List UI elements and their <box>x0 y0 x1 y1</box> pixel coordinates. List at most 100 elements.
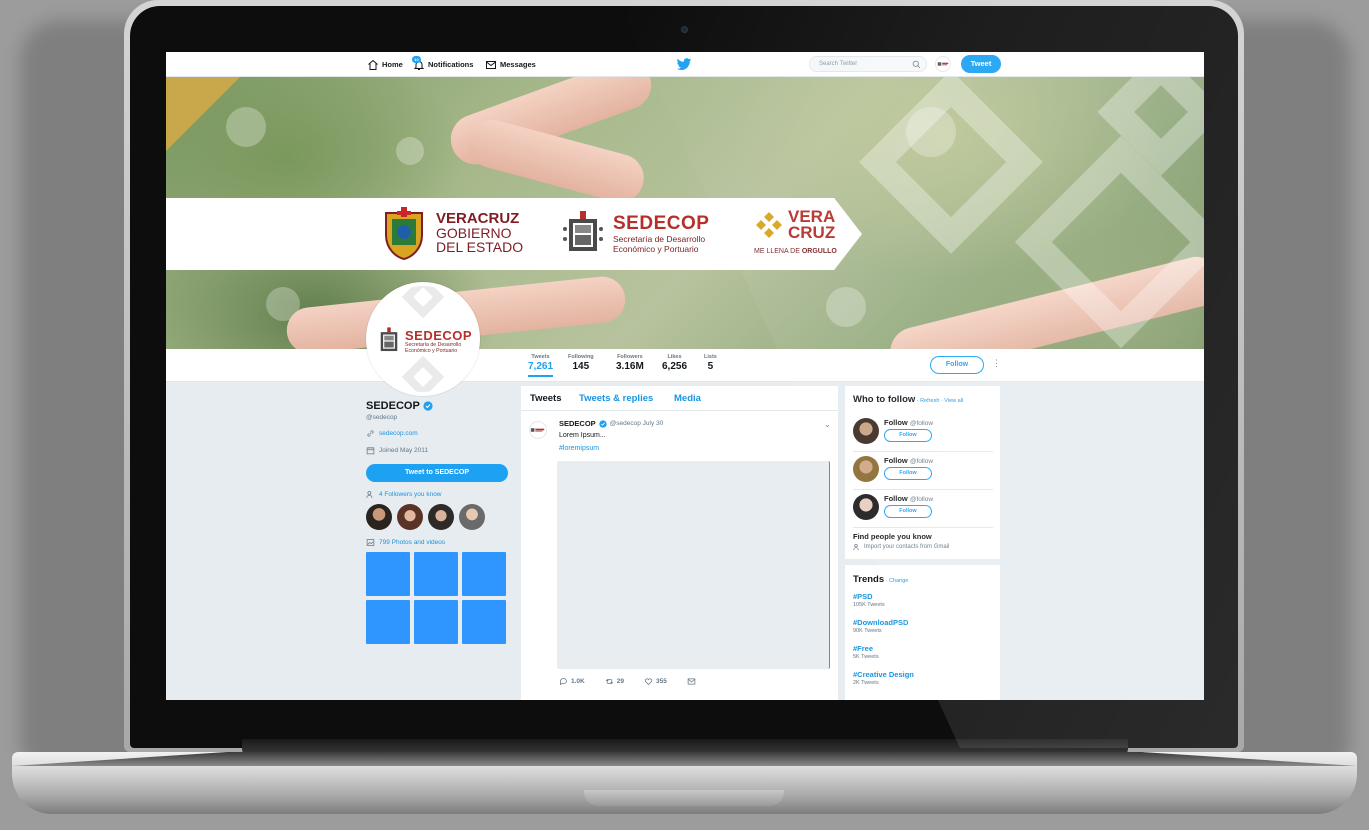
trend-item[interactable]: #Free 5K Tweets <box>853 644 879 660</box>
nav-notifications[interactable]: 10 Notifications <box>412 55 473 71</box>
avatar-diamond <box>401 286 445 319</box>
media-thumbnail[interactable] <box>366 600 410 644</box>
veracruz-title: VERACRUZ <box>436 210 520 227</box>
follower-avatar[interactable] <box>397 504 423 530</box>
stat-followers-label: Followers <box>617 354 643 360</box>
screen: Home 10 Notifications Messages Search Tw… <box>166 52 1204 700</box>
avatar-diamond <box>401 355 445 392</box>
suggestion-avatar[interactable] <box>853 456 879 482</box>
like-count: 355 <box>655 678 667 685</box>
veracruz-line-3: DEL ESTADO <box>436 239 524 255</box>
profile-stats-bar: Tweets 7,261 Following 145 Followers 3.1… <box>166 349 1204 382</box>
sedecop-subtitle-2: Económico y Portuario <box>613 244 699 254</box>
verified-badge-icon <box>423 401 433 411</box>
trend-item[interactable]: #DownloadPSD 90K Tweets <box>853 618 908 634</box>
follower-avatar[interactable] <box>428 504 454 530</box>
tweet-avatar[interactable] <box>529 421 547 439</box>
profile-sidebar: SEDECOP @sedecop sedecop.com Joined May … <box>366 400 508 644</box>
suggestion-handle: @follow <box>909 458 934 465</box>
profile-joined-row: Joined May 2011 <box>366 446 508 455</box>
media-thumbnail[interactable] <box>462 600 506 644</box>
dm-action[interactable] <box>687 677 696 686</box>
stat-tweets[interactable]: Tweets 7,261 <box>528 354 554 377</box>
pattern-mark-icon <box>756 212 782 238</box>
more-options-icon[interactable]: ⋮ <box>992 358 1001 369</box>
stat-tweets-label: Tweets <box>531 354 550 360</box>
image-icon <box>366 539 375 546</box>
vc-tagline: ME LLENA DE ORGULLO <box>754 248 854 255</box>
nav-tweet-button[interactable]: Tweet <box>961 55 1001 73</box>
follow-suggestion: Follow @follow Follow <box>853 454 993 490</box>
veracruz-line-2: GOBIERNO <box>436 225 512 241</box>
suggestion-name-row[interactable]: Follow @follow <box>884 418 933 427</box>
tab-media[interactable]: Media <box>674 393 701 404</box>
diamond-pattern <box>859 77 1043 254</box>
nav-messages[interactable]: Messages <box>485 58 536 71</box>
stat-likes[interactable]: Likes 6,256 <box>662 354 687 372</box>
suggestion-handle: @follow <box>909 496 934 503</box>
trend-item[interactable]: #Creative Design 2K Tweets <box>853 670 914 686</box>
search-icon[interactable] <box>912 60 921 69</box>
stat-followers[interactable]: Followers 3.16M <box>616 354 644 372</box>
trend-count: 2K Tweets <box>853 680 879 686</box>
profile-name-row: SEDECOP <box>366 400 508 412</box>
search-input[interactable]: Search Twitter <box>809 56 927 72</box>
trends-header: Trends · Change <box>853 574 908 585</box>
media-thumbnail[interactable] <box>414 552 458 596</box>
tweet-hashtag[interactable]: #loremipsum <box>559 445 599 452</box>
suggestion-follow-button[interactable]: Follow <box>884 429 932 442</box>
media-thumbnail[interactable] <box>366 552 410 596</box>
nav-home[interactable]: Home <box>367 58 403 71</box>
suggestion-follow-button[interactable]: Follow <box>884 467 932 480</box>
stat-tweets-value: 7,261 <box>528 361 554 372</box>
follower-avatar[interactable] <box>366 504 392 530</box>
photos-videos-link[interactable]: 799 Photos and videos <box>366 538 508 547</box>
profile-avatar[interactable]: SEDECOP Secretaría de Desarrollo Económi… <box>366 282 480 396</box>
tweet-actions: 1.0K 29 355 <box>559 677 696 686</box>
stat-following-value: 145 <box>572 361 590 372</box>
follower-avatar[interactable] <box>459 504 485 530</box>
followers-you-know-link[interactable]: 4 Followers you know <box>366 490 508 499</box>
timeline-tabs: Tweets Tweets & replies Media <box>521 386 838 411</box>
media-thumbnail[interactable] <box>462 552 506 596</box>
suggestion-name-row[interactable]: Follow @follow <box>884 494 933 503</box>
media-grid <box>366 552 508 644</box>
trend-name: #Creative Design <box>853 670 914 679</box>
nav-avatar[interactable] <box>935 56 951 72</box>
tweet-to-button[interactable]: Tweet to SEDECOP <box>366 464 508 482</box>
media-thumbnail[interactable] <box>414 600 458 644</box>
link-icon <box>367 430 374 437</box>
stat-followers-value: 3.16M <box>616 361 644 372</box>
trend-count: 90K Tweets <box>853 628 882 634</box>
tab-tweets-replies[interactable]: Tweets & replies <box>579 393 653 404</box>
suggestion-follow-button[interactable]: Follow <box>884 505 932 518</box>
trend-name: #PSD <box>853 592 873 601</box>
tweet-handle-date: @sedecop July 30 <box>609 420 664 427</box>
suggestion-avatar[interactable] <box>853 494 879 520</box>
trends-change-link[interactable]: · Change <box>884 578 909 584</box>
tweet-media[interactable] <box>557 461 830 669</box>
twitter-bird-icon[interactable] <box>676 56 692 72</box>
refresh-view-all-links[interactable]: · Refresh · View all <box>915 398 963 404</box>
profile-website-link[interactable]: sedecop.com <box>366 429 508 438</box>
stat-following[interactable]: Following 145 <box>568 354 594 372</box>
nav-messages-label: Messages <box>500 60 536 69</box>
find-people-subtitle: Import your contacts from Gmail <box>853 543 949 551</box>
tweet-card[interactable]: SEDECOP @sedecop July 30 ⌄ Lorem Ipsum..… <box>521 411 838 686</box>
retweet-action[interactable]: 29 <box>605 677 624 686</box>
suggestion-avatar[interactable] <box>853 418 879 444</box>
find-people[interactable]: Find people you know Import your contact… <box>853 532 949 551</box>
tweet-author[interactable]: SEDECOP <box>559 419 596 428</box>
top-nav: Home 10 Notifications Messages Search Tw… <box>166 52 1204 77</box>
stat-lists[interactable]: Lists 5 <box>704 354 717 372</box>
chevron-down-icon[interactable]: ⌄ <box>824 420 831 429</box>
suggestion-name-row[interactable]: Follow @follow <box>884 456 933 465</box>
import-contacts-link: Import your contacts from Gmail <box>864 544 950 550</box>
tab-tweets[interactable]: Tweets <box>530 393 562 404</box>
find-people-title: Find people you know <box>853 532 932 541</box>
like-action[interactable]: 355 <box>644 677 667 686</box>
reply-action[interactable]: 1.0K <box>559 677 585 686</box>
trend-item[interactable]: #PSD 105K Tweets <box>853 592 885 608</box>
profile-follow-button[interactable]: Follow <box>930 356 984 374</box>
sedecop-mini-logo-icon <box>530 428 545 432</box>
